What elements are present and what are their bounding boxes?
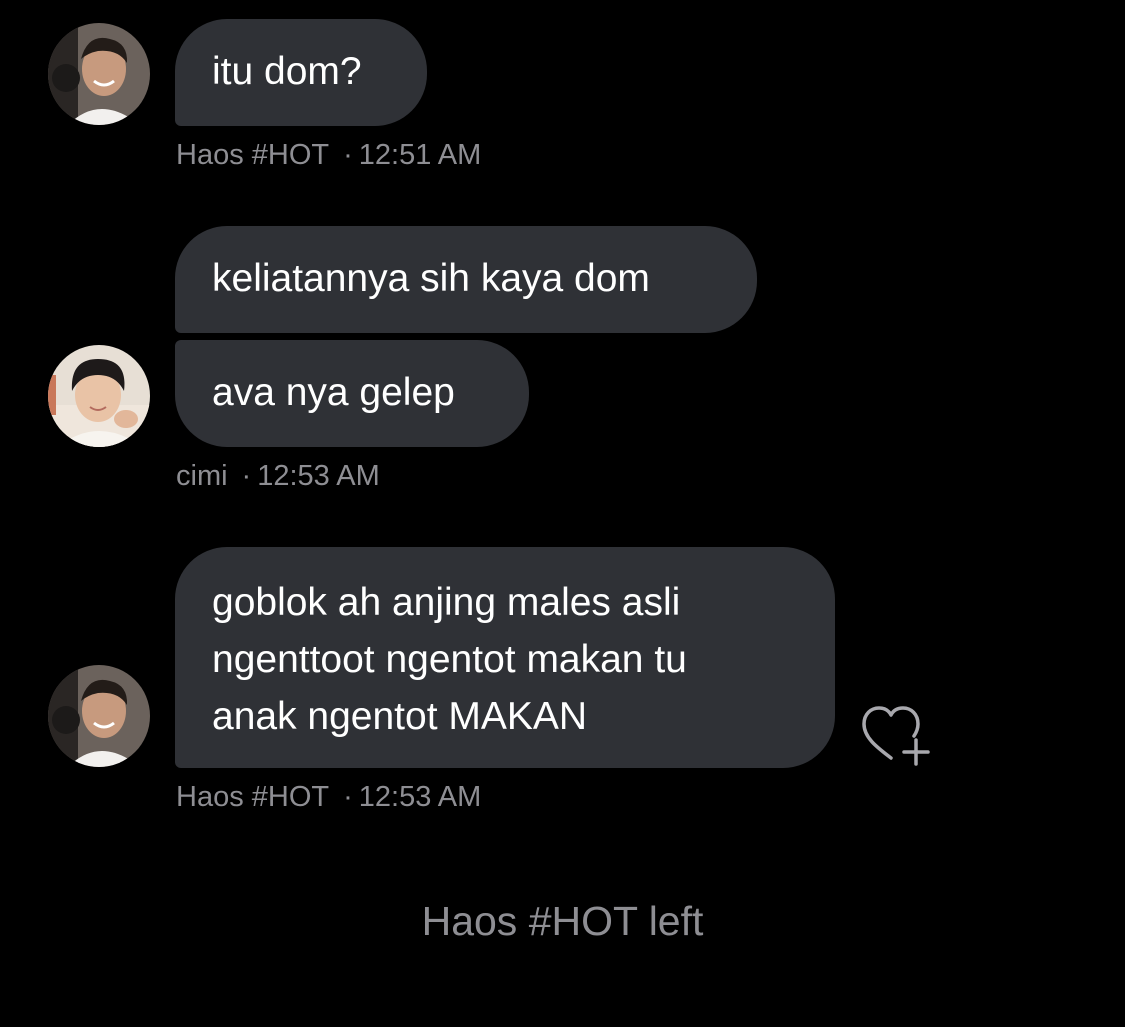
timestamp: 12:53 AM	[257, 460, 380, 492]
message-bubble[interactable]: ava nya gelep	[175, 340, 529, 447]
react-button[interactable]	[858, 700, 934, 768]
message-text: itu dom?	[212, 50, 362, 93]
message-text: keliatannya sih kaya dom	[212, 257, 650, 300]
sender-name: Haos #HOT	[176, 139, 330, 171]
avatar[interactable]	[48, 23, 150, 125]
avatar-cimi	[48, 345, 150, 447]
message-bubble[interactable]: goblok ah anjing males asli ngenttoot ng…	[175, 547, 835, 768]
message-line: ngenttoot ngentot makan tu	[212, 638, 687, 681]
heart-plus-icon	[862, 706, 930, 766]
separator-dot: ·	[343, 781, 353, 813]
avatar[interactable]	[48, 665, 150, 767]
avatar[interactable]	[48, 345, 150, 447]
system-notice: Haos #HOT left	[421, 898, 704, 944]
message-bubble[interactable]: keliatannya sih kaya dom	[175, 226, 757, 333]
message-text: ava nya gelep	[212, 371, 455, 414]
message-line: goblok ah anjing males asli	[212, 581, 681, 624]
message-line: anak ngentot MAKAN	[212, 695, 588, 738]
separator-dot: ·	[343, 139, 353, 171]
message-meta: Haos #HOT · 12:51 AM	[176, 139, 481, 172]
sender-name: cimi	[176, 460, 228, 492]
separator-dot: ·	[241, 460, 252, 492]
message-meta: cimi · 12:53 AM	[176, 460, 380, 493]
timestamp: 12:51 AM	[358, 139, 482, 171]
message-bubble[interactable]: itu dom?	[175, 19, 427, 126]
sender-name: Haos #HOT	[176, 781, 330, 813]
timestamp: 12:53 AM	[358, 781, 482, 813]
avatar-haos	[48, 665, 150, 767]
message-meta: Haos #HOT · 12:53 AM	[176, 781, 481, 814]
avatar-haos	[48, 23, 150, 125]
